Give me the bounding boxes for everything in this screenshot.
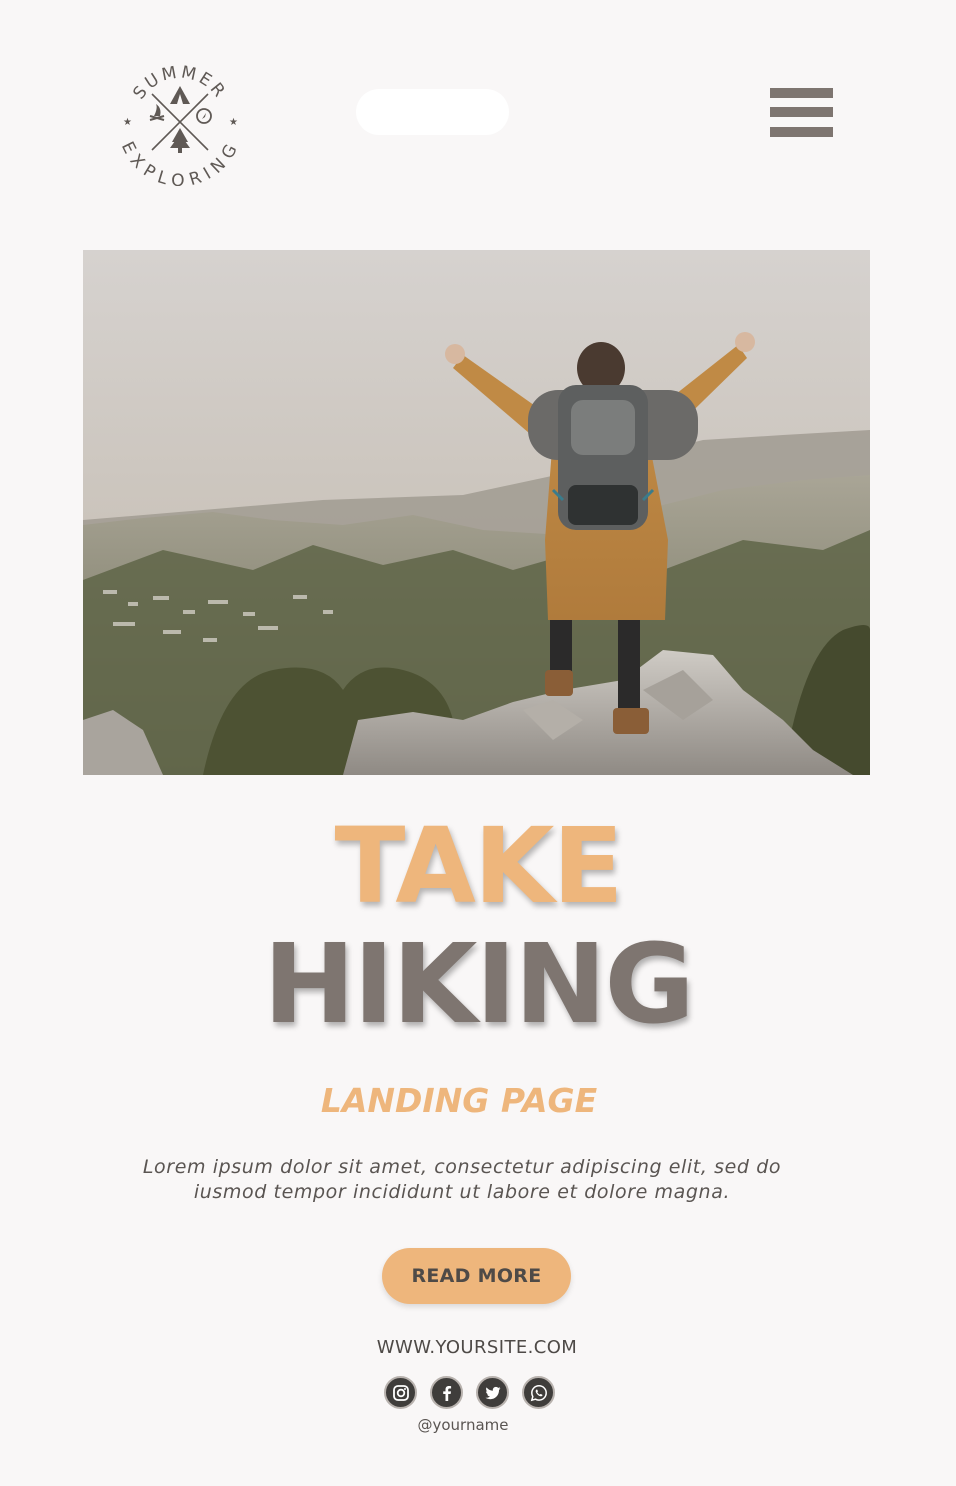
facebook-button[interactable] — [430, 1376, 463, 1409]
headline-take: TAKE — [334, 805, 624, 927]
whatsapp-icon — [530, 1384, 547, 1401]
camping-badge-icon: SUMMER EXPLORING ★ ★ — [117, 62, 240, 191]
svg-text:★: ★ — [123, 117, 132, 128]
summer-exploring-logo[interactable]: SUMMER EXPLORING ★ ★ — [114, 54, 246, 191]
subtitle-landing-page: LANDING PAGE — [320, 1081, 598, 1120]
body-line-1: Lorem ipsum dolor sit amet, consectetur … — [142, 1156, 782, 1178]
social-links — [384, 1376, 556, 1410]
twitter-button[interactable] — [476, 1376, 509, 1409]
hiker-on-mountain-photo — [83, 250, 870, 775]
instagram-button[interactable] — [384, 1376, 417, 1409]
instagram-icon — [392, 1384, 409, 1401]
read-more-button[interactable]: READ MORE — [382, 1248, 571, 1304]
search-input[interactable] — [356, 89, 509, 135]
body-line-2: iusmod tempor incididunt ut labore et do… — [193, 1181, 731, 1203]
headline-hiking: HIKING — [263, 920, 695, 1048]
website-link[interactable]: WWW.YOURSITE.COM — [0, 1337, 954, 1358]
whatsapp-button[interactable] — [522, 1376, 555, 1409]
social-handle: @yourname — [417, 1416, 509, 1434]
hero-image — [83, 250, 870, 775]
svg-text:★: ★ — [229, 117, 238, 128]
hamburger-menu-button[interactable] — [768, 88, 834, 138]
facebook-icon — [442, 1385, 451, 1401]
body-paragraph: Lorem ipsum dolor sit amet, consectetur … — [140, 1155, 784, 1205]
twitter-icon — [485, 1386, 500, 1399]
